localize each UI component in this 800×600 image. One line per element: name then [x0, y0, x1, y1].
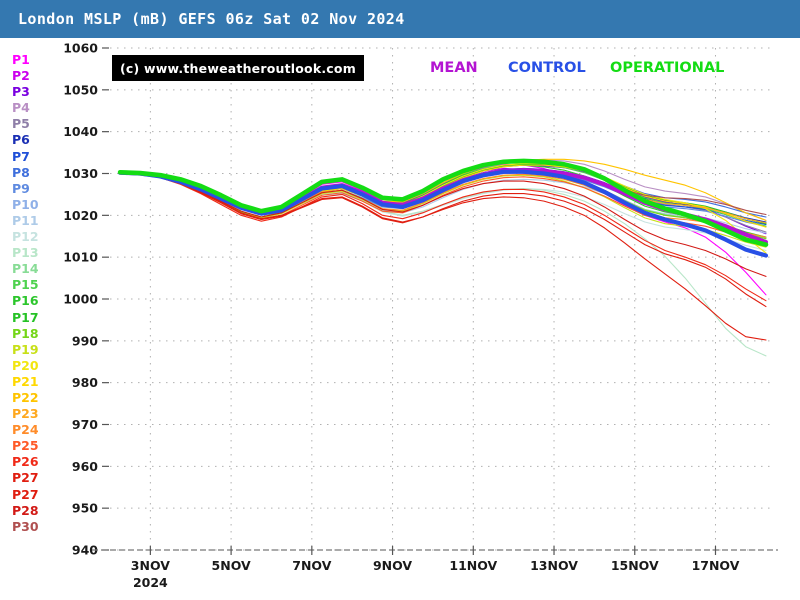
y-axis-tick-label: 1020 — [63, 208, 98, 223]
series-legend-control: CONTROL — [508, 60, 586, 76]
x-axis-tick-label: 7NOV — [292, 558, 331, 573]
copyright-text: (c) www.theweatheroutlook.com — [120, 61, 356, 76]
copyright-banner: (c) www.theweatheroutlook.com — [112, 55, 364, 81]
y-axis-tick-label: 980 — [72, 375, 98, 390]
weather-chart-page: London MSLP (mB) GEFS 06z Sat 02 Nov 202… — [0, 0, 800, 600]
y-axis-tick-label: 990 — [72, 333, 98, 348]
x-axis-tick-label: 3NOV — [131, 558, 170, 573]
x-axis-tick-label: 5NOV — [212, 558, 251, 573]
x-axis-year-label: 2024 — [133, 575, 168, 590]
y-axis-tick-label: 970 — [72, 417, 98, 432]
series-legend-operational: OPERATIONAL — [610, 60, 725, 76]
ensemble-line-chart: 9409509609709809901000101010201030104010… — [63, 41, 778, 590]
y-axis-tick-label: 1040 — [63, 124, 98, 139]
x-axis-tick-label: 15NOV — [611, 558, 659, 573]
y-axis-tick-label: 1050 — [63, 82, 98, 97]
y-axis-tick-label: 1000 — [63, 292, 98, 307]
plot-area: 940 950 960 970 980 990 1000 1010 1020 1030 1040 10… — [0, 38, 800, 600]
y-axis-tick-label: 1010 — [63, 250, 98, 265]
x-axis-tick-label: 9NOV — [373, 558, 412, 573]
y-axis-tick-label: 1060 — [63, 41, 98, 56]
title-bar: London MSLP (mB) GEFS 06z Sat 02 Nov 202… — [0, 0, 800, 38]
y-axis-tick-label: 950 — [72, 501, 98, 516]
x-axis-tick-label: 17NOV — [692, 558, 740, 573]
y-axis-tick-label: 960 — [72, 459, 98, 474]
y-axis-tick-label: 1030 — [63, 166, 98, 181]
series-legend-mean: MEAN — [430, 60, 478, 76]
x-axis-tick-label: 13NOV — [530, 558, 578, 573]
page-title: London MSLP (mB) GEFS 06z Sat 02 Nov 202… — [18, 10, 405, 28]
x-axis-tick-label: 11NOV — [449, 558, 497, 573]
